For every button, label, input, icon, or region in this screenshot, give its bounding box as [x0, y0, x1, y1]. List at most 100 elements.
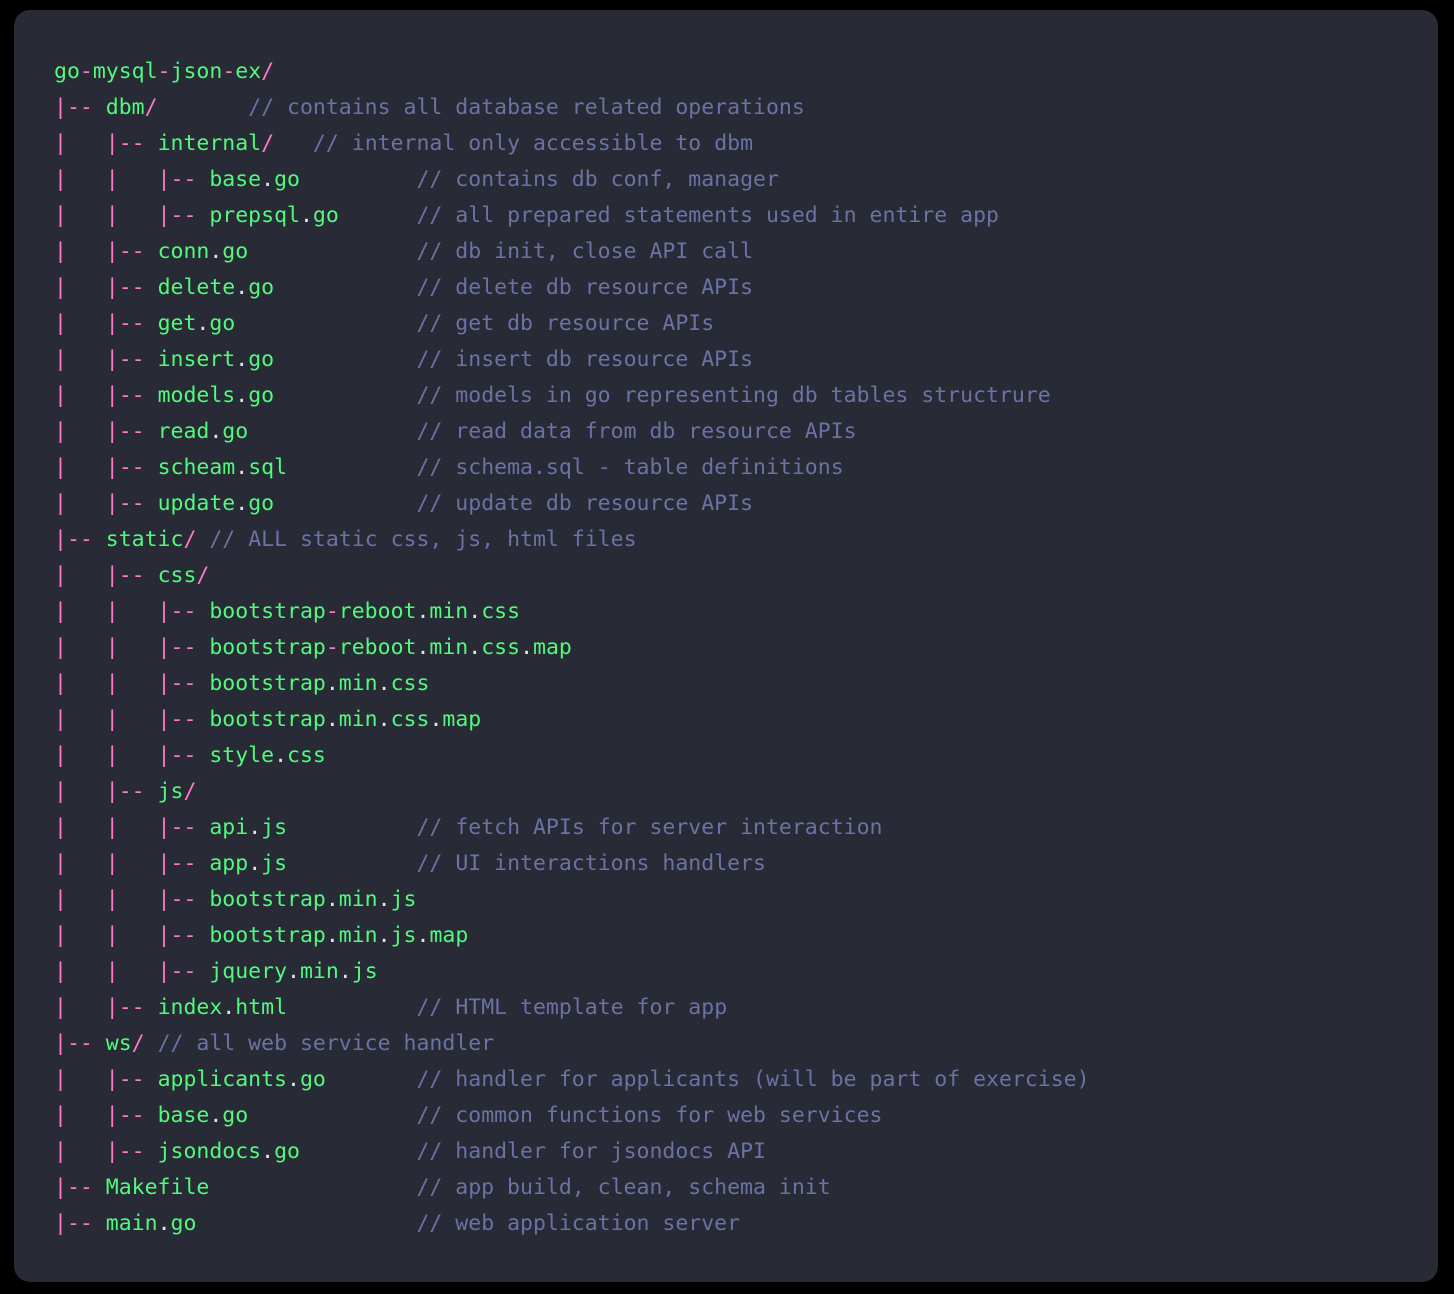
tree-entry-name[interactable]: index.html [158, 995, 287, 1020]
tree-line[interactable]: | |-- scheam.sql // schema.sql - table d… [54, 450, 1090, 486]
name-token: bootstrap [209, 923, 326, 948]
name-token: ex [235, 59, 262, 84]
tree-line[interactable]: | |-- internal/ // internal only accessi… [54, 126, 1090, 162]
tree-entry-name[interactable]: js/ [158, 779, 197, 804]
tree-line[interactable]: | | |-- base.go // contains db conf, man… [54, 162, 1090, 198]
name-token: json [170, 59, 223, 84]
tree-entry-comment: // contains all database related operati… [248, 95, 805, 120]
tree-line[interactable]: | |-- insert.go // insert db resource AP… [54, 342, 1090, 378]
dot-token: . [287, 1067, 300, 1092]
name-token: css [390, 671, 430, 696]
tree-line[interactable]: | | |-- bootstrap-reboot.min.css.map [54, 630, 1090, 666]
tree-line[interactable]: | | |-- bootstrap.min.js.map [54, 918, 1090, 954]
tree-entry-name[interactable]: get.go [158, 311, 236, 336]
tree-entry-name[interactable]: css/ [158, 563, 210, 588]
tree-entry-name[interactable]: bootstrap.min.css [209, 671, 429, 696]
tree-line[interactable]: | |-- base.go // common functions for we… [54, 1098, 1090, 1134]
tree-line[interactable]: | | |-- bootstrap.min.js [54, 882, 1090, 918]
tree-entry-name[interactable]: delete.go [158, 275, 275, 300]
dot-token: . [222, 995, 236, 1020]
tree-entry-name[interactable]: go-mysql-json-ex/ [54, 59, 274, 84]
dash-token: - [325, 599, 339, 624]
tree-line[interactable]: | | |-- bootstrap-reboot.min.css [54, 594, 1090, 630]
tree-line[interactable]: | | |-- style.css [54, 738, 1090, 774]
name-token: update [157, 491, 236, 516]
tree-line[interactable]: | |-- js/ [54, 774, 1090, 810]
tree-entry-name[interactable]: conn.go [158, 239, 249, 264]
tree-entry-name[interactable]: bootstrap.min.css.map [209, 707, 481, 732]
tree-entry-name[interactable]: internal/ [158, 131, 275, 156]
dot-token: . [429, 707, 443, 732]
tree-line[interactable]: |-- static/ // ALL static css, js, html … [54, 522, 1090, 558]
name-token: delete [157, 275, 236, 300]
tree-line[interactable]: |-- dbm/ // contains all database relate… [54, 90, 1090, 126]
tree-entry-name[interactable]: main.go [106, 1211, 197, 1236]
tree-entry-name[interactable]: jsondocs.go [158, 1139, 300, 1164]
name-token: html [235, 995, 288, 1020]
tree-line[interactable]: | | |-- bootstrap.min.css.map [54, 702, 1090, 738]
tree-entry-name[interactable]: update.go [158, 491, 275, 516]
tree-line[interactable]: | | |-- api.js // fetch APIs for server … [54, 810, 1090, 846]
dash-token: - [325, 635, 339, 660]
tree-line[interactable]: | |-- update.go // update db resource AP… [54, 486, 1090, 522]
tree-entry-name[interactable]: style.css [209, 743, 326, 768]
tree-entry-name[interactable]: bootstrap.min.js [209, 887, 416, 912]
tree-entry-name[interactable]: applicants.go [158, 1067, 326, 1092]
tree-entry-name[interactable]: bootstrap.min.js.map [209, 923, 468, 948]
name-token: css [481, 635, 521, 660]
dot-token: . [248, 815, 262, 840]
tree-entry-name[interactable]: api.js [209, 815, 287, 840]
tree-line[interactable]: | | |-- bootstrap.min.css [54, 666, 1090, 702]
tree-line[interactable]: |-- Makefile // app build, clean, schema… [54, 1170, 1090, 1206]
tree-branch: | | |-- [54, 707, 210, 732]
name-token: sql [248, 455, 288, 480]
name-token: min [429, 599, 469, 624]
tree-line[interactable]: | |-- applicants.go // handler for appli… [54, 1062, 1090, 1098]
tree-entry-name[interactable]: base.go [158, 1103, 249, 1128]
tree-line[interactable]: | |-- get.go // get db resource APIs [54, 306, 1090, 342]
tree-entry-name[interactable]: static/ [106, 527, 197, 552]
name-token: js [261, 851, 288, 876]
tree-entry-name[interactable]: bootstrap-reboot.min.css.map [209, 635, 572, 660]
tree-line[interactable]: | | |-- prepsql.go // all prepared state… [54, 198, 1090, 234]
tree-line[interactable]: | |-- jsondocs.go // handler for jsondoc… [54, 1134, 1090, 1170]
tree-entry-name[interactable]: read.go [158, 419, 249, 444]
tree-entry-name[interactable]: insert.go [158, 347, 275, 372]
tree-line[interactable]: | |-- models.go // models in go represen… [54, 378, 1090, 414]
tree-entry-name[interactable]: base.go [209, 167, 300, 192]
tree-entry-name[interactable]: models.go [158, 383, 275, 408]
name-token: go [209, 311, 236, 336]
dot-token: . [235, 383, 249, 408]
tree-entry-name[interactable]: scheam.sql [158, 455, 287, 480]
tree-line[interactable]: | | |-- app.js // UI interactions handle… [54, 846, 1090, 882]
tree-line[interactable]: go-mysql-json-ex/ [54, 54, 1090, 90]
tree-line[interactable]: | |-- index.html // HTML template for ap… [54, 990, 1090, 1026]
tree-entry-name[interactable]: prepsql.go [209, 203, 338, 228]
tree-branch: | |-- [54, 1139, 158, 1164]
tree-entry-name[interactable]: ws/ [106, 1031, 145, 1056]
tree-entry-name[interactable]: Makefile [106, 1175, 210, 1200]
tree-line[interactable]: | |-- conn.go // db init, close API call [54, 234, 1090, 270]
tree-line[interactable]: | |-- delete.go // delete db resource AP… [54, 270, 1090, 306]
name-token: read [157, 419, 210, 444]
dot-token: . [287, 959, 300, 984]
tree-entry-comment: // handler for jsondocs API [416, 1139, 766, 1164]
tree-line[interactable]: | | |-- jquery.min.js [54, 954, 1090, 990]
tree-branch: |-- [54, 527, 106, 552]
name-token: go [274, 1139, 300, 1164]
tree-line[interactable]: | |-- read.go // read data from db resou… [54, 414, 1090, 450]
tree-line[interactable]: | |-- css/ [54, 558, 1090, 594]
tree-entry-name[interactable]: dbm/ [106, 95, 158, 120]
tree-entry-comment: // all web service handler [157, 1031, 495, 1056]
tree-line[interactable]: |-- main.go // web application server [54, 1206, 1090, 1242]
tree-entry-comment: // UI interactions handlers [416, 851, 766, 876]
tree-entry-name[interactable]: jquery.min.js [209, 959, 377, 984]
name-token: js [351, 959, 378, 984]
tree-branch: |-- [54, 1031, 106, 1056]
tree-line[interactable]: |-- ws/ // all web service handler [54, 1026, 1090, 1062]
tree-entry-name[interactable]: bootstrap-reboot.min.css [209, 599, 520, 624]
tree-entry-name[interactable]: app.js [209, 851, 287, 876]
tree-entry-comment: // web application server [416, 1211, 741, 1236]
